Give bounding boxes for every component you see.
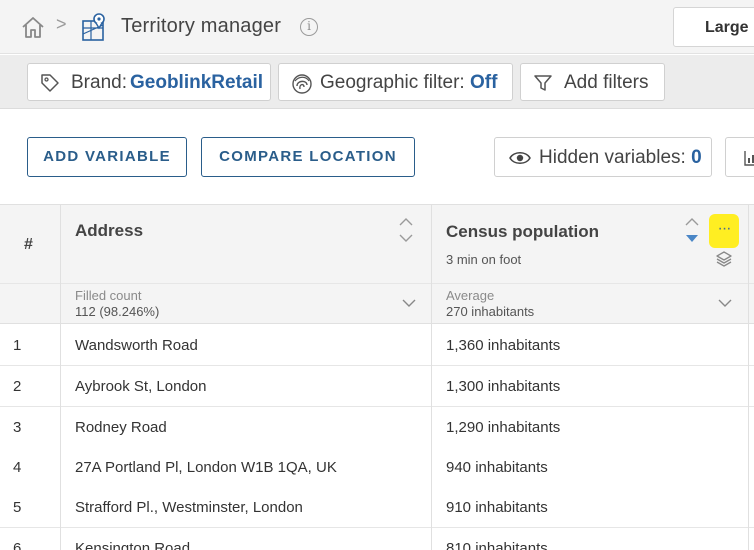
breadcrumb-separator: > [56, 14, 67, 34]
row-population: 810 inhabitants [446, 540, 548, 550]
row-index: 3 [13, 419, 22, 436]
row-index: 5 [13, 499, 22, 516]
row-index: 1 [13, 337, 22, 354]
row-address: Strafford Pl., Westminster, London [75, 499, 303, 516]
address-summary-value: 112 (98.246%) [75, 304, 160, 319]
hidden-variables-count: 0 [691, 147, 702, 168]
row-address: 27A Portland Pl, London W1B 1QA, UK [75, 459, 337, 476]
compare-location-button[interactable]: COMPARE LOCATION [201, 137, 415, 177]
geographic-filter-button[interactable]: Geographic filter: Off [278, 63, 513, 101]
table-row[interactable]: 4 27A Portland Pl, London W1B 1QA, UK 94… [0, 447, 754, 488]
add-variable-button[interactable]: ADD VARIABLE [27, 137, 187, 177]
hidden-variables-button[interactable]: Hidden variables: 0 [494, 137, 712, 177]
census-population-summary-label: Average [446, 288, 495, 303]
table-row[interactable]: 2 Aybrook St, London 1,300 inhabitants [0, 366, 754, 407]
top-bar: > Territory manager i Large [0, 0, 754, 54]
filter-icon [534, 75, 552, 91]
layers-icon[interactable] [715, 250, 733, 268]
add-filters-label: Add filters [564, 72, 649, 93]
filter-bar: Brand: GeoblinkRetail Geographic filter:… [0, 55, 754, 109]
address-sort-icon[interactable] [399, 217, 413, 243]
row-address: Aybrook St, London [75, 378, 207, 395]
row-address: Kensington Road [75, 540, 191, 550]
brand-filter-label: Brand: [71, 72, 127, 93]
map-icon [82, 13, 105, 41]
eye-icon [509, 152, 531, 164]
address-column-header[interactable]: Address [75, 221, 143, 241]
row-population: 910 inhabitants [446, 499, 548, 516]
info-icon[interactable]: i [300, 18, 318, 36]
column-more-icon[interactable]: ··· [709, 214, 739, 248]
address-summary-label: Filled count [75, 288, 142, 303]
census-population-summary-value: 270 inhabitants [446, 304, 535, 319]
row-index: 6 [13, 540, 22, 550]
row-population: 1,300 inhabitants [446, 378, 561, 395]
row-address: Wandsworth Road [75, 337, 198, 354]
table-row[interactable]: 3 Rodney Road 1,290 inhabitants [0, 407, 754, 448]
chevron-down-icon[interactable] [718, 298, 732, 308]
row-index: 4 [13, 459, 22, 476]
table-row[interactable]: 5 Strafford Pl., Westminster, London 910… [0, 487, 754, 528]
index-column-header: # [24, 236, 33, 253]
row-address: Rodney Road [75, 419, 167, 436]
chart-button[interactable] [725, 137, 754, 177]
chart-icon [744, 151, 754, 166]
add-filters-button[interactable]: Add filters [520, 63, 665, 101]
page-title: Territory manager [121, 15, 282, 37]
hidden-variables-label: Hidden variables: 0 [539, 147, 702, 169]
census-population-subtitle: 3 min on foot [446, 252, 522, 267]
row-population: 1,360 inhabitants [446, 337, 561, 354]
brand-filter-value: GeoblinkRetail [130, 72, 264, 93]
table-header [0, 204, 754, 284]
geographic-filter-value: Off [470, 72, 498, 93]
brand-filter-button[interactable]: Brand: GeoblinkRetail [27, 63, 271, 101]
column-divider [431, 204, 432, 550]
tag-icon [41, 74, 59, 92]
row-index: 2 [13, 378, 22, 395]
row-population: 1,290 inhabitants [446, 419, 561, 436]
census-population-column-header[interactable]: Census population [446, 222, 599, 242]
fingerprint-icon [292, 74, 312, 94]
table-row[interactable]: 1 Wandsworth Road 1,360 inhabitants [0, 325, 754, 366]
geographic-filter-label: Geographic filter: [320, 72, 465, 93]
column-divider [748, 204, 749, 550]
home-icon[interactable] [20, 14, 46, 40]
hidden-variables-text: Hidden variables: [539, 147, 686, 168]
census-population-sort-icon[interactable] [685, 217, 699, 243]
size-select[interactable]: Large [673, 7, 754, 47]
chevron-down-icon[interactable] [402, 298, 416, 308]
table-row[interactable]: 6 Kensington Road 810 inhabitants [0, 528, 754, 550]
column-divider [60, 204, 61, 550]
row-population: 940 inhabitants [446, 459, 548, 476]
